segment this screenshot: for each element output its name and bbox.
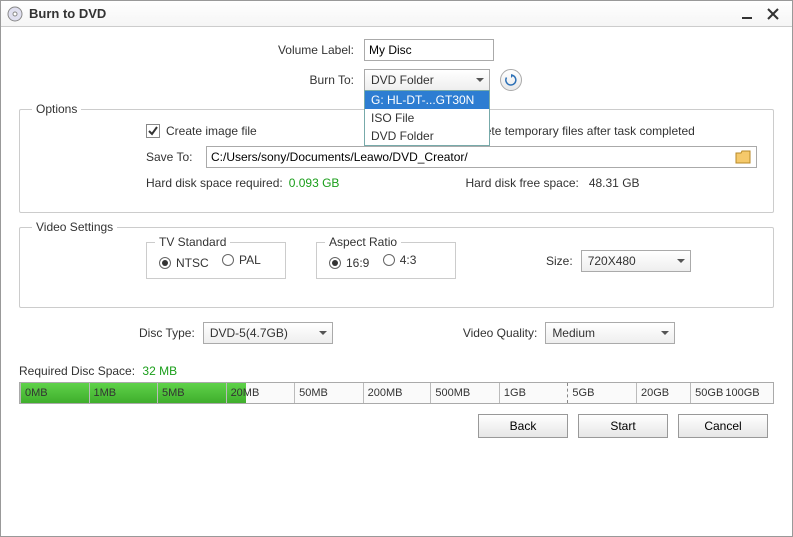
- close-button[interactable]: [764, 5, 782, 23]
- disc-type-label: Disc Type:: [139, 326, 195, 340]
- burnto-option-folder[interactable]: DVD Folder: [365, 127, 489, 145]
- ar169-radio[interactable]: 16:9: [329, 256, 369, 270]
- disc-type-value: DVD-5(4.7GB): [210, 326, 288, 340]
- tick-1mb: 1MB: [94, 387, 117, 399]
- browse-folder-icon[interactable]: [735, 150, 751, 164]
- req-space-value: 0.093 GB: [289, 176, 340, 190]
- minimize-button[interactable]: [738, 5, 756, 23]
- ntsc-label: NTSC: [176, 256, 209, 270]
- ar43-label: 4:3: [400, 253, 417, 267]
- tick-500mb: 500MB: [435, 387, 470, 399]
- tick-200mb: 200MB: [368, 387, 403, 399]
- required-disc-space-label: Required Disc Space:: [19, 364, 135, 378]
- saveto-label: Save To:: [146, 150, 206, 164]
- delete-temp-label: Delete temporary files after task comple…: [467, 124, 695, 138]
- burnto-dropdown: G: HL-DT-...GT30N ISO File DVD Folder: [364, 90, 490, 146]
- aspect-ratio-legend: Aspect Ratio: [325, 235, 401, 249]
- burnto-selected: DVD Folder: [371, 73, 434, 87]
- options-legend: Options: [32, 102, 81, 116]
- ruler-fill: [20, 383, 246, 403]
- burnto-select[interactable]: DVD Folder: [364, 69, 490, 91]
- video-quality-value: Medium: [552, 326, 595, 340]
- video-quality-label: Video Quality:: [463, 326, 538, 340]
- size-label: Size:: [546, 254, 573, 268]
- burnto-label: Burn To:: [19, 73, 364, 87]
- volume-label-text: Volume Label:: [19, 43, 364, 57]
- refresh-button[interactable]: [500, 69, 522, 91]
- saveto-input[interactable]: [206, 146, 757, 168]
- burnto-option-drive[interactable]: G: HL-DT-...GT30N: [365, 91, 489, 109]
- tick-5mb: 5MB: [162, 387, 185, 399]
- tick-50gb: 50GB: [695, 387, 723, 399]
- free-space-label: Hard disk free space:: [465, 176, 578, 190]
- req-space-label: Hard disk space required:: [146, 176, 283, 190]
- disc-icon: [7, 6, 23, 22]
- pal-label: PAL: [239, 253, 261, 267]
- disc-type-select[interactable]: DVD-5(4.7GB): [203, 322, 333, 344]
- ntsc-radio[interactable]: NTSC: [159, 256, 209, 270]
- burnto-option-iso[interactable]: ISO File: [365, 109, 489, 127]
- tick-0mb: 0MB: [25, 387, 48, 399]
- tick-5gb: 5GB: [572, 387, 594, 399]
- ar43-radio[interactable]: 4:3: [383, 253, 417, 267]
- pal-radio[interactable]: PAL: [222, 253, 261, 267]
- create-image-checkbox[interactable]: Create image file: [146, 124, 257, 138]
- tick-50mb: 50MB: [299, 387, 328, 399]
- video-settings-legend: Video Settings: [32, 220, 117, 234]
- video-quality-select[interactable]: Medium: [545, 322, 675, 344]
- size-value: 720X480: [588, 254, 636, 268]
- ar169-label: 16:9: [346, 256, 369, 270]
- tv-standard-legend: TV Standard: [155, 235, 230, 249]
- tick-100gb: 100GB: [725, 387, 759, 399]
- volume-label-input[interactable]: [364, 39, 494, 61]
- free-space-value: 48.31 GB: [589, 176, 640, 190]
- back-button[interactable]: Back: [478, 414, 568, 438]
- disc-space-ruler: 0MB 1MB 5MB 20MB 50MB 200MB 500MB 1GB 5G…: [19, 382, 774, 404]
- start-button[interactable]: Start: [578, 414, 668, 438]
- video-settings-group: Video Settings TV Standard NTSC PAL Aspe…: [19, 227, 774, 308]
- create-image-label: Create image file: [166, 124, 257, 138]
- tick-20gb: 20GB: [641, 387, 669, 399]
- cancel-button[interactable]: Cancel: [678, 414, 768, 438]
- tick-1gb: 1GB: [504, 387, 526, 399]
- required-disc-space-value: 32 MB: [142, 364, 177, 378]
- tick-20mb: 20MB: [231, 387, 260, 399]
- size-select[interactable]: 720X480: [581, 250, 691, 272]
- window-title: Burn to DVD: [29, 6, 738, 21]
